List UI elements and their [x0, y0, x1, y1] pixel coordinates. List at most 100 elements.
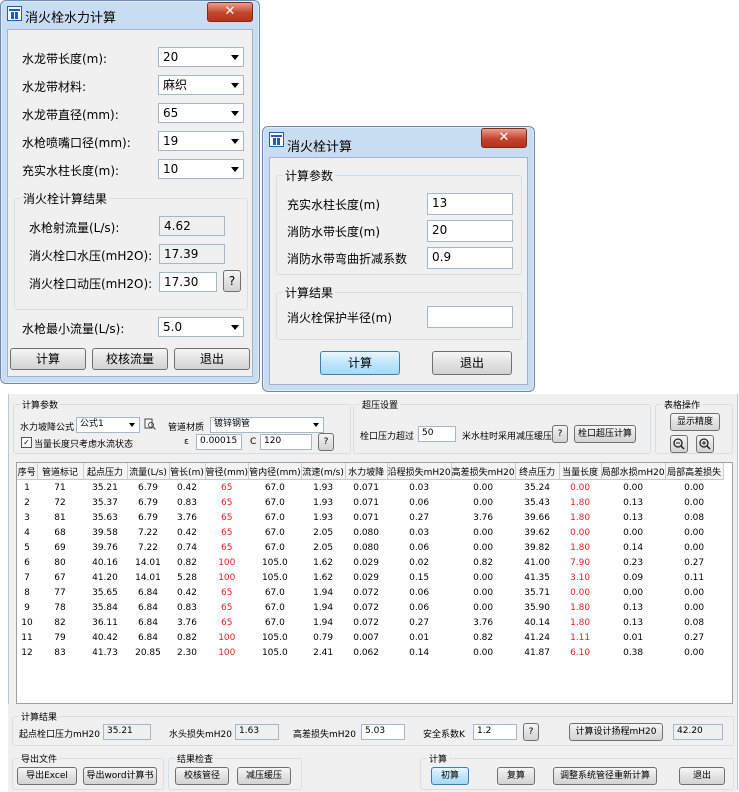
- checkbox[interactable]: ✓: [21, 437, 32, 448]
- material-select[interactable]: 镀锌钢管: [210, 417, 324, 433]
- column-header[interactable]: 水力坡降: [345, 463, 388, 480]
- check-pipe-button[interactable]: 校核管径: [175, 767, 229, 785]
- help-button[interactable]: ?: [223, 270, 241, 292]
- recalc-button[interactable]: 复算: [497, 767, 535, 785]
- column-header[interactable]: 序号: [17, 463, 38, 480]
- table-cell: 2: [24, 497, 30, 508]
- calculate-button[interactable]: 计算: [10, 348, 86, 370]
- column-header[interactable]: 管长(m): [169, 463, 206, 480]
- bend-factor-input[interactable]: 0.9: [427, 247, 513, 269]
- export-excel-button[interactable]: 导出Excel: [17, 767, 77, 785]
- design-head-value: 42.20: [673, 724, 723, 740]
- table-cell: 0.15: [409, 572, 430, 583]
- table-cell: 0.74: [176, 542, 198, 553]
- dynamic-pressure-value[interactable]: 17.30: [159, 272, 217, 292]
- epsilon-input[interactable]: 0.00015: [196, 434, 242, 450]
- column-header[interactable]: 流量(L/s): [127, 463, 170, 480]
- export-word-button[interactable]: 导出word计算书: [83, 767, 157, 785]
- radius-output[interactable]: [427, 306, 513, 328]
- column-header[interactable]: 终点压力: [515, 463, 560, 480]
- search-icon[interactable]: [144, 418, 156, 430]
- table-cell: 0.83: [176, 602, 198, 613]
- table-cell: 1.80: [570, 617, 591, 628]
- table-cell: 0.00: [473, 527, 494, 538]
- table-row[interactable]: 11 79 40.42 6.84 0.82 100 105.0 0.79 0.007 0.01 0.…: [17, 630, 723, 645]
- column-header[interactable]: 当量长度: [559, 463, 602, 480]
- zoom-out-button[interactable]: [670, 435, 688, 453]
- close-button[interactable]: ✕: [481, 128, 527, 148]
- table-cell: 1.11: [570, 632, 591, 643]
- exit-button[interactable]: 退出: [174, 348, 250, 370]
- column-header[interactable]: 流速(m/s): [301, 463, 346, 480]
- safety-value[interactable]: 1.2: [473, 724, 517, 740]
- zoom-in-button[interactable]: [696, 435, 714, 453]
- column-header[interactable]: 局部水损mH20: [601, 463, 666, 480]
- table-row[interactable]: 4 68 39.58 7.22 0.42 65 67.0 2.05 0.080 0.03 0.00 3…: [17, 525, 723, 540]
- column-header[interactable]: 沿程损失mH20: [387, 463, 452, 480]
- hose-diameter-select[interactable]: 65: [158, 103, 244, 123]
- exit-button[interactable]: 退出: [432, 351, 512, 375]
- table-cell: 3.76: [473, 617, 494, 628]
- table-row[interactable]: 2 72 35.37 6.79 0.83 65 67.0 1.93 0.071 0.06 0.00 3…: [17, 495, 723, 510]
- initial-calc-button[interactable]: 初算: [431, 767, 469, 785]
- table-row[interactable]: 8 77 35.65 6.84 0.42 65 67.0 1.94 0.072 0.06 0.00 3…: [17, 585, 723, 600]
- title-bar[interactable]: 消火栓计算 ✕: [263, 127, 534, 155]
- water-column-select[interactable]: 10: [158, 159, 244, 179]
- table-row[interactable]: 1 71 35.21 6.79 0.42 65 67.0 1.93 0.071 0.03 0.00 3…: [17, 480, 723, 496]
- hose-material-select[interactable]: 麻织: [158, 75, 244, 95]
- table-row[interactable]: 6 80 40.16 14.01 0.82 100 105.0 1.62 0.029 0.02 0.…: [17, 555, 723, 570]
- table-cell: 1.93: [313, 497, 334, 508]
- nozzle-diameter-select[interactable]: 19: [158, 131, 244, 151]
- min-flow-select[interactable]: 5.0: [158, 317, 244, 337]
- over-pressure-input[interactable]: 50: [418, 426, 456, 442]
- table-cell: 0.00: [473, 482, 494, 493]
- results-table[interactable]: 序号 管道标记 起点压力 流量(L/s) 管长(m) 管径(mm) 管内径(mm) 流速(m/…: [16, 462, 733, 704]
- calculate-button[interactable]: 计算: [320, 351, 400, 375]
- water-column-input[interactable]: 13: [427, 193, 513, 215]
- table-cell: 0.14: [409, 647, 430, 658]
- table-row[interactable]: 5 69 39.76 7.22 0.74 65 67.0 2.05 0.080 0.06 0.00 3…: [17, 540, 723, 555]
- exit-button[interactable]: 退出: [679, 767, 725, 785]
- help-button[interactable]: ?: [552, 425, 568, 443]
- table-cell: 65: [221, 542, 233, 553]
- table-cell: 0.071: [353, 482, 379, 493]
- title-bar[interactable]: 消火栓水力计算 ✕: [1, 1, 259, 27]
- design-head-button[interactable]: 计算设计扬程mH20: [569, 723, 663, 741]
- table-row[interactable]: 7 67 41.20 14.01 5.28 100 105.0 1.62 0.029 0.15 0.…: [17, 570, 723, 585]
- column-header[interactable]: 管内径(mm): [248, 463, 302, 480]
- column-header[interactable]: 起点压力: [83, 463, 128, 480]
- display-precision-button[interactable]: 显示精度: [670, 413, 720, 431]
- table-cell: 0.00: [473, 542, 494, 553]
- close-button[interactable]: ✕: [207, 2, 253, 22]
- column-header[interactable]: 局部高差损失: [665, 463, 724, 480]
- check-flow-button[interactable]: 校核流量: [92, 348, 168, 370]
- table-cell: 6: [24, 557, 30, 568]
- table-cell: 3: [24, 512, 30, 523]
- column-header[interactable]: 管径(mm): [205, 463, 250, 480]
- hose-length-select[interactable]: 20: [158, 47, 244, 67]
- table-row[interactable]: 10 82 36.11 6.84 3.76 65 67.0 1.94 0.072 0.27 3.76…: [17, 615, 723, 630]
- c-input[interactable]: 120: [260, 434, 312, 450]
- hose-length-input[interactable]: 20: [427, 220, 513, 242]
- table-cell: 1.94: [313, 587, 334, 598]
- pressure-reduce-button[interactable]: 减压缓压: [237, 767, 291, 785]
- table-cell: 0.27: [684, 632, 705, 643]
- help-button[interactable]: ?: [523, 723, 539, 741]
- table-cell: 105.0: [261, 557, 288, 568]
- overpressure-calc-button[interactable]: 栓口超压计算: [574, 425, 636, 443]
- table-row[interactable]: 9 78 35.84 6.84 0.83 65 67.0 1.94 0.072 0.06 0.00 3…: [17, 600, 723, 615]
- table-cell: 39.58: [92, 527, 118, 538]
- height-loss-value[interactable]: 5.03: [361, 724, 405, 740]
- table-cell: 35.37: [92, 497, 118, 508]
- table-row[interactable]: 3 81 35.63 6.79 3.76 65 67.0 1.93 0.071 0.27 3.76 3…: [17, 510, 723, 525]
- help-button[interactable]: ?: [318, 433, 334, 451]
- head-loss-label: 水头损失mH20: [169, 730, 232, 740]
- table-cell: 3.10: [570, 572, 591, 583]
- zoom-in-icon: [699, 438, 711, 450]
- column-header[interactable]: 管道标记: [37, 463, 84, 480]
- results-summary-title: 计算结果: [19, 710, 60, 723]
- adjust-recalc-button[interactable]: 调整系统管径重新计算: [553, 767, 657, 785]
- formula-select[interactable]: 公式1: [76, 417, 140, 433]
- column-header[interactable]: 高差损失mH20: [451, 463, 516, 480]
- table-row[interactable]: 12 83 41.73 20.85 2.30 100 105.0 2.41 0.062 0.14 0…: [17, 645, 723, 660]
